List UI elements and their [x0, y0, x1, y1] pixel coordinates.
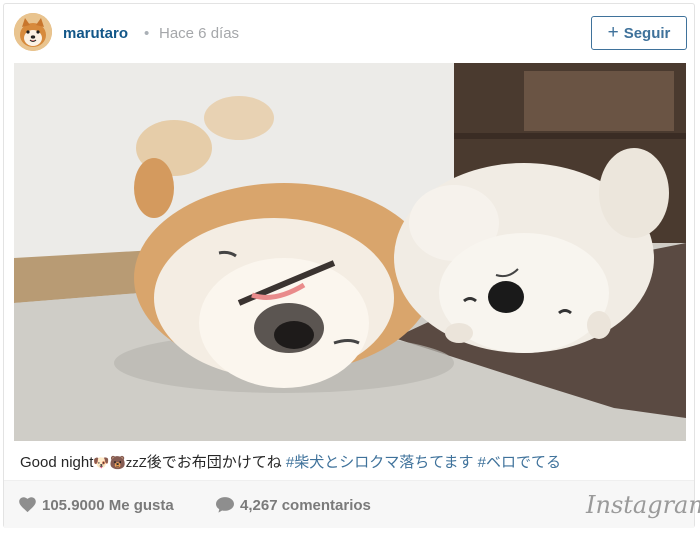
post-caption: Good night🐶🐻zzZ後でお布団かけてね #柴犬とシロクマ落ちてます #…	[20, 451, 561, 472]
post-footer: 105.9000 Me gusta 4,267 comentarios Inst…	[4, 480, 700, 528]
follow-button[interactable]: + Seguir	[591, 16, 687, 50]
username-link[interactable]: marutaro	[63, 25, 128, 42]
post-header: marutaro • Hace 6 días + Seguir	[4, 4, 694, 64]
follow-label: Seguir	[623, 24, 671, 42]
shiba-avatar-icon	[14, 13, 52, 51]
post-card: marutaro • Hace 6 días + Seguir Good nig…	[3, 3, 700, 528]
plus-icon: +	[607, 21, 619, 43]
likes-count[interactable]: 105.9000 Me gusta	[19, 497, 174, 514]
caption-text: Good night	[20, 454, 94, 471]
hashtag-link[interactable]: #ベロでてる	[478, 454, 561, 471]
post-timestamp[interactable]: Hace 6 días	[159, 25, 239, 42]
post-photo[interactable]	[14, 63, 686, 441]
zzz-emoji-icon: zzZ	[125, 455, 147, 470]
heart-icon	[19, 497, 36, 513]
separator-dot: •	[144, 25, 150, 42]
instagram-logo[interactable]: Instagram	[586, 491, 700, 519]
hashtag-link[interactable]: #柴犬とシロクマ落ちてます	[286, 454, 474, 471]
avatar[interactable]	[14, 13, 52, 51]
caption-text-japanese: 後でお布団かけてね	[146, 454, 286, 471]
dog-bear-emoji-icon: 🐶🐻	[93, 455, 126, 470]
comments-count[interactable]: 4,267 comentarios	[216, 497, 371, 514]
photo-shiba-and-polar-bear-plush	[14, 63, 686, 441]
speech-bubble-icon	[216, 497, 234, 513]
